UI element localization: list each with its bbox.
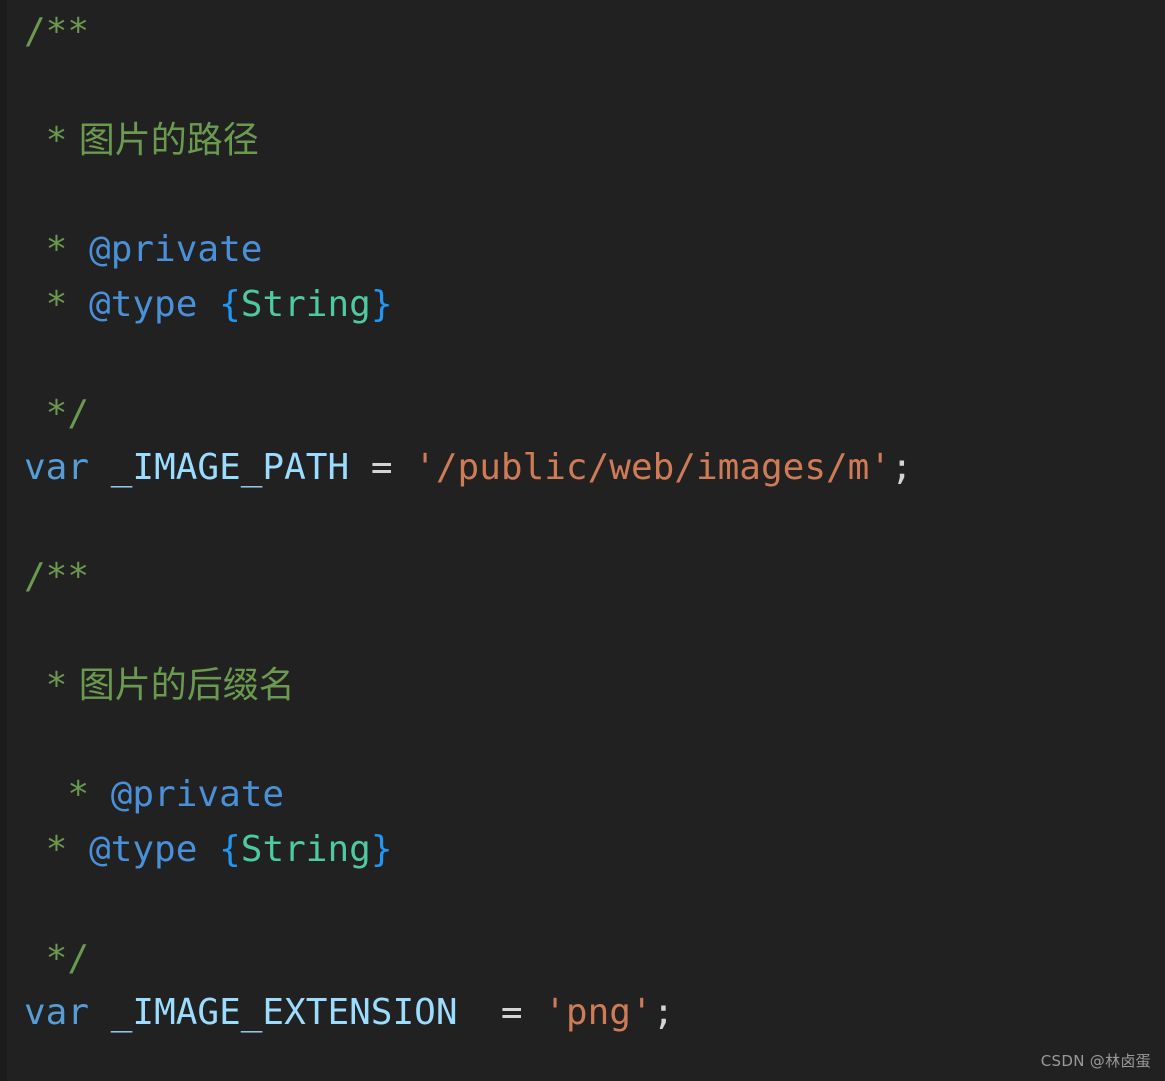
comment-star: *	[24, 665, 68, 706]
identifier-image-path: _IMAGE_PATH	[110, 447, 350, 488]
comment-description-text: 图片的后缀名	[67, 665, 295, 706]
comment-star: *	[24, 828, 68, 870]
jsdoc-type-tag: @type	[67, 828, 220, 870]
code-line-description: * 图片的路径	[0, 114, 1165, 169]
code-line-comment-close: */	[0, 932, 1165, 987]
code-line-tag-private: * @private	[0, 768, 1165, 823]
jsdoc-private-tag: @private	[67, 229, 263, 270]
code-line-tag-private: * @private	[0, 223, 1165, 278]
comment-star: *	[24, 774, 90, 815]
semicolon: ;	[652, 992, 675, 1033]
assignment-operator: =	[370, 447, 393, 488]
var-keyword: var	[24, 447, 90, 488]
code-line-comment-close: */	[0, 387, 1165, 442]
csdn-watermark: CSDN @林卤蛋	[1040, 1052, 1151, 1070]
type-brace-open: {	[219, 283, 241, 325]
comment-star: *	[24, 229, 68, 270]
code-line-declaration-image-extension: var _IMAGE_EXTENSION = 'png';	[0, 986, 1165, 1041]
type-brace-open: {	[219, 828, 241, 870]
jsdoc-private-tag: @private	[89, 774, 285, 815]
code-line-declaration-image-path: var _IMAGE_PATH = '/public/web/images/m'…	[0, 441, 1165, 496]
type-name: String	[240, 828, 371, 870]
code-line-tag-type: * @type {String}	[0, 278, 1165, 333]
type-brace-close: }	[370, 828, 393, 870]
identifier-image-extension: _IMAGE_EXTENSION	[110, 992, 458, 1033]
comment-star: *	[24, 283, 68, 325]
assignment-operator: =	[500, 992, 523, 1033]
type-name: String	[240, 283, 371, 325]
comment-description-text: 图片的路径	[67, 120, 259, 161]
code-line-tag-type: * @type {String}	[0, 823, 1165, 878]
code-editor: /** * 图片的路径 * @private * @type {String} …	[0, 0, 1165, 1081]
semicolon: ;	[891, 447, 913, 488]
var-keyword: var	[24, 992, 90, 1033]
string-literal-image-extension: 'png'	[544, 992, 653, 1033]
type-brace-close: }	[370, 283, 393, 325]
comment-close-token: */	[24, 937, 90, 979]
comment-star: *	[24, 120, 68, 161]
comment-open-token: /**	[24, 556, 90, 597]
jsdoc-type-tag: @type	[67, 283, 220, 325]
string-literal-image-path: '/public/web/images/m'	[414, 447, 892, 488]
code-content[interactable]: /** * 图片的路径 * @private * @type {String} …	[0, 0, 1165, 1041]
comment-open-token: /**	[24, 11, 90, 52]
code-line-description: * 图片的后缀名	[0, 659, 1165, 714]
code-line-comment-open: /**	[0, 550, 1165, 605]
comment-close-token: */	[24, 392, 90, 434]
code-line-comment-open: /**	[0, 5, 1165, 60]
